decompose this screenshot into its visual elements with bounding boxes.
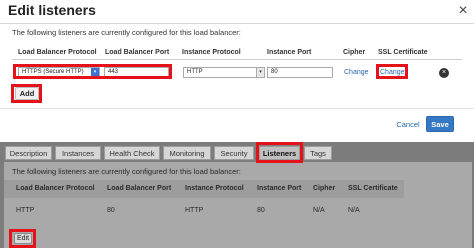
- table-cell: HTTP: [16, 207, 35, 214]
- instance-protocol-value: HTTP: [187, 69, 203, 75]
- table-cell: N/A: [348, 207, 360, 214]
- dialog-title: Edit listeners: [8, 2, 96, 18]
- cipher-change-link[interactable]: Change: [344, 69, 369, 76]
- listeners-table: Load Balancer Protocol Load Balancer Por…: [0, 142, 474, 248]
- save-button[interactable]: Save: [426, 116, 454, 132]
- column-header: Instance Port: [267, 49, 312, 56]
- column-header: Instance Protocol: [182, 49, 241, 56]
- column-header: SSL Certificate: [348, 185, 398, 192]
- instance-port-input[interactable]: 80: [267, 67, 333, 78]
- table-cell: 80: [107, 207, 115, 214]
- edit-button[interactable]: Edit: [14, 233, 32, 244]
- table-cell: 80: [257, 207, 265, 214]
- instance-protocol-select[interactable]: HTTP ▾: [183, 67, 265, 78]
- column-header: Load Balancer Protocol: [18, 49, 97, 56]
- column-header: SSL Certificate: [378, 49, 428, 56]
- highlight-box-lb-row: [13, 64, 172, 79]
- add-button[interactable]: Add: [15, 87, 39, 100]
- chevron-down-icon: ▾: [256, 68, 264, 77]
- edit-listeners-dialog: Edit listeners × The following listeners…: [0, 0, 474, 142]
- dialog-header: Edit listeners ×: [0, 0, 474, 24]
- close-icon[interactable]: ×: [454, 1, 472, 21]
- cancel-button[interactable]: Cancel: [394, 118, 422, 132]
- divider: [0, 108, 474, 109]
- column-header: Load Balancer Port: [105, 49, 170, 56]
- column-header: Cipher: [343, 49, 366, 56]
- column-header: Load Balancer Protocol: [16, 185, 95, 192]
- table-cell: HTTP: [185, 207, 204, 214]
- table-header: Load Balancer Protocol Load Balancer Por…: [12, 46, 462, 60]
- column-header: Cipher: [313, 185, 336, 192]
- column-header: Load Balancer Port: [107, 185, 172, 192]
- highlight-box-listeners-tab: [256, 142, 303, 163]
- dialog-description: The following listeners are currently co…: [12, 28, 241, 37]
- column-header: Instance Protocol: [185, 185, 244, 192]
- column-header: Instance Port: [257, 185, 302, 192]
- table-cell: N/A: [313, 207, 325, 214]
- highlight-box-ssl: [376, 64, 408, 79]
- remove-listener-icon[interactable]: ×: [439, 68, 449, 78]
